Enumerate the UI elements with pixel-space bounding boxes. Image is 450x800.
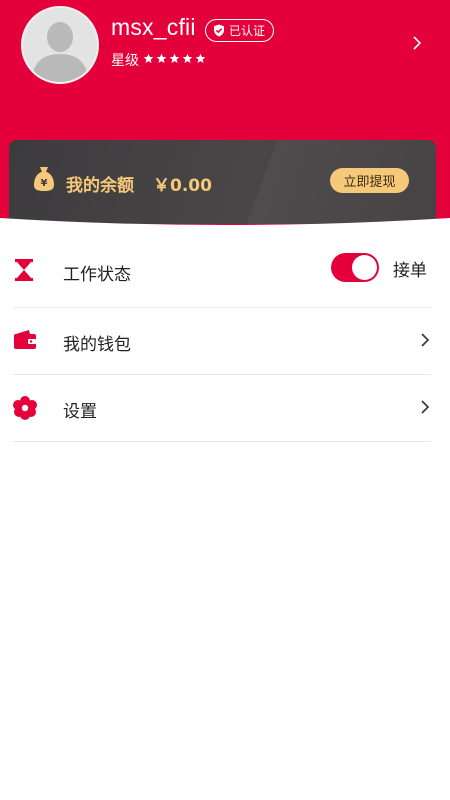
- svg-text:¥: ¥: [41, 178, 48, 189]
- star-icon: [195, 53, 206, 63]
- star-rating: [143, 53, 206, 64]
- hourglass-icon: [13, 259, 35, 285]
- profile-header: msx_cfii 已认证 星级 ¥ 我的余额 ￥0.00 立即提现: [0, 0, 450, 232]
- star-icon: [169, 53, 180, 63]
- chevron-right-icon: [419, 332, 431, 352]
- menu-item-wallet[interactable]: 我的钱包: [13, 308, 431, 375]
- username: msx_cfii: [111, 14, 196, 40]
- toggle-knob: [352, 255, 377, 280]
- menu-item-work-status: 工作状态 接单: [13, 238, 431, 308]
- withdraw-button[interactable]: 立即提现: [330, 168, 409, 193]
- star-icon: [156, 53, 167, 63]
- avatar-placeholder-icon: [23, 8, 97, 82]
- verified-badge: 已认证: [205, 19, 275, 42]
- chevron-right-icon: [419, 399, 431, 419]
- work-status-toggle[interactable]: [331, 253, 379, 282]
- menu-item-label: 工作状态: [63, 265, 131, 285]
- menu-list: 工作状态 接单 我的钱包 设置: [13, 238, 431, 442]
- header-wave-divider: [0, 218, 450, 240]
- balance-label: 我的余额: [66, 176, 134, 196]
- menu-item-label: 我的钱包: [63, 335, 131, 355]
- avatar[interactable]: [21, 6, 99, 84]
- profile-chevron-icon[interactable]: [410, 35, 424, 55]
- flower-settings-icon: [13, 396, 37, 424]
- star-icon: [143, 53, 154, 63]
- star-icon: [182, 53, 193, 63]
- star-rating-label: 星级: [111, 53, 139, 69]
- shield-check-icon: [214, 24, 224, 37]
- money-bag-icon: ¥: [33, 166, 55, 196]
- menu-item-label: 设置: [63, 402, 97, 422]
- balance-amount: ￥0.00: [153, 176, 212, 196]
- toggle-status-text: 接单: [393, 261, 427, 281]
- wallet-icon: [13, 329, 37, 355]
- menu-item-settings[interactable]: 设置: [13, 375, 431, 442]
- verified-label: 已认证: [229, 24, 266, 38]
